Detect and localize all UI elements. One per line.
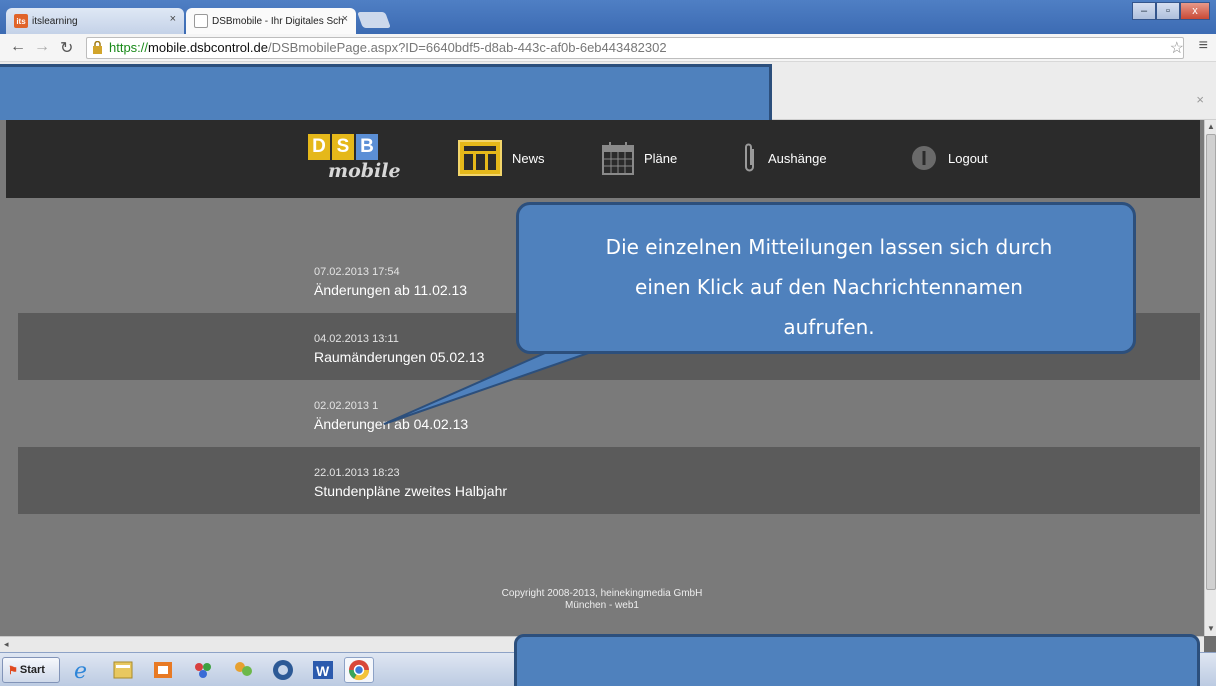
nav-news[interactable]: News xyxy=(458,138,545,178)
close-tab-icon[interactable]: × xyxy=(342,13,348,25)
nav-label: Pläne xyxy=(644,150,678,166)
maximize-button[interactable]: ▫ xyxy=(1156,2,1180,20)
callout-line: Die einzelnen Mitteilungen lassen sich d… xyxy=(605,235,1053,259)
explorer-icon[interactable] xyxy=(108,657,138,683)
calendar-icon xyxy=(602,142,634,175)
news-item[interactable]: 22.01.2013 18:23 Stundenpläne zweites Ha… xyxy=(18,447,1200,514)
nav-label: Logout xyxy=(948,150,988,166)
scroll-down-icon[interactable]: ▼ xyxy=(1207,624,1215,633)
callout-line: aufrufen. xyxy=(783,315,875,339)
news-date: 02.02.2013 1 xyxy=(314,400,379,412)
tab-itslearning[interactable]: its itslearning × xyxy=(6,8,184,34)
news-title[interactable]: Stundenpläne zweites Halbjahr xyxy=(314,483,507,499)
paperclip-icon xyxy=(745,143,754,172)
nav-logout[interactable]: Logout xyxy=(910,138,988,178)
minimize-button[interactable]: – xyxy=(1132,2,1156,20)
new-tab-button[interactable] xyxy=(357,12,391,28)
svg-text:W: W xyxy=(316,663,330,679)
scroll-thumb[interactable] xyxy=(1206,134,1216,590)
url-path: /DSBmobilePage.aspx?ID=6640bdf5-d8ab-443… xyxy=(268,40,667,55)
thunderbird-icon[interactable] xyxy=(268,657,298,683)
news-date: 07.02.2013 17:54 xyxy=(314,266,400,278)
bookmark-star-icon[interactable]: ☆ xyxy=(1170,38,1184,58)
news-date: 22.01.2013 18:23 xyxy=(314,467,400,479)
dsb-logo: D S B mobile xyxy=(306,134,401,186)
close-infobar-icon[interactable]: × xyxy=(1196,92,1204,107)
outlook-icon[interactable] xyxy=(148,657,178,683)
tab-label: DSBmobile - Ihr Digitales Sch xyxy=(212,15,344,27)
forward-arrow-icon[interactable]: → xyxy=(34,38,50,56)
news-icon xyxy=(458,140,502,176)
scroll-left-icon[interactable]: ◂ xyxy=(4,639,9,650)
tab-label: itslearning xyxy=(32,15,78,27)
start-button[interactable]: ⚑ Start xyxy=(2,657,60,683)
tab-dsbmobile[interactable]: DSBmobile - Ihr Digitales Sch × xyxy=(186,8,356,34)
news-title[interactable]: Änderungen ab 11.02.13 xyxy=(314,282,467,298)
url-host: mobile.dsbcontrol.de xyxy=(148,40,268,55)
lock-icon xyxy=(93,41,102,54)
chrome-icon[interactable] xyxy=(344,657,374,683)
menu-icon[interactable]: ≡ xyxy=(1199,37,1208,55)
scroll-up-icon[interactable]: ▲ xyxy=(1207,122,1215,131)
logo-sub: mobile xyxy=(328,160,401,182)
start-label: Start xyxy=(19,664,45,676)
reload-icon[interactable]: ↻ xyxy=(60,38,73,58)
power-icon xyxy=(912,146,936,170)
logo-letter: B xyxy=(356,134,378,160)
close-tab-icon[interactable]: × xyxy=(170,13,176,25)
its-favicon-icon: its xyxy=(14,14,28,28)
close-window-button[interactable]: x xyxy=(1180,2,1210,20)
logo-letter: S xyxy=(332,134,354,160)
browser-toolbar: ← → ↻ https://mobile.dsbcontrol.de/DSBmo… xyxy=(0,34,1216,62)
vertical-scrollbar[interactable]: ▲ ▼ xyxy=(1204,120,1216,636)
address-bar[interactable]: https://mobile.dsbcontrol.de/DSBmobilePa… xyxy=(86,37,1184,59)
logo-letter: D xyxy=(308,134,330,160)
footer-location: München - web1 xyxy=(565,600,639,611)
nav-label: Aushänge xyxy=(768,150,827,166)
paint-icon[interactable] xyxy=(188,657,218,683)
windows-flag-icon: ⚑ xyxy=(8,664,18,677)
callout-annotation: Die einzelnen Mitteilungen lassen sich d… xyxy=(516,202,1136,354)
svg-text:e: e xyxy=(74,659,87,682)
url-protocol: https:// xyxy=(109,40,149,55)
internet-explorer-icon[interactable]: e xyxy=(68,657,98,683)
back-arrow-icon[interactable]: ← xyxy=(10,38,26,56)
word-icon[interactable]: W xyxy=(308,657,338,683)
callout-text: Die einzelnen Mitteilungen lassen sich d… xyxy=(543,227,1115,347)
app-navbar: D S B mobile News Pläne Aushänge Logout xyxy=(6,120,1200,198)
nav-label: News xyxy=(512,150,545,166)
callout-line: einen Klick auf den Nachrichtennamen xyxy=(635,275,1023,299)
people-icon[interactable] xyxy=(228,657,258,683)
annotation-box-top xyxy=(0,64,772,128)
page-favicon-icon xyxy=(194,14,208,28)
footer-copyright: Copyright 2008-2013, heinekingmedia GmbH xyxy=(501,588,703,599)
nav-plaene[interactable]: Pläne xyxy=(602,138,677,178)
browser-tabstrip: its itslearning × DSBmobile - Ihr Digita… xyxy=(0,0,1216,34)
annotation-box-bottom xyxy=(514,634,1200,686)
nav-aushaenge[interactable]: Aushänge xyxy=(742,138,827,178)
